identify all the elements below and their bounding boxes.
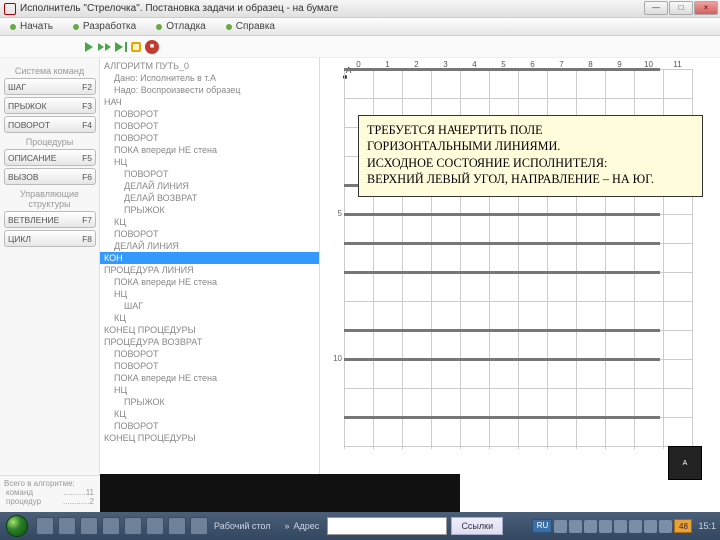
code-line[interactable]: КОН (100, 252, 319, 264)
code-line[interactable]: ПРОЦЕДУРА ЛИНИЯ (100, 264, 319, 276)
app-icon (4, 3, 16, 15)
code-line[interactable]: ШАГ (100, 300, 319, 312)
task-note: ТРЕБУЕТСЯ НАЧЕРТИТЬ ПОЛЕ ГОРИЗОНТАЛЬНЫМИ… (358, 115, 703, 197)
taskbar-app-icon[interactable] (102, 517, 120, 535)
taskbar-app-icon[interactable] (168, 517, 186, 535)
tray-icon[interactable] (644, 520, 657, 533)
tray-icon[interactable] (614, 520, 627, 533)
taskbar-app-icon[interactable] (36, 517, 54, 535)
code-line[interactable]: ПРОЦЕДУРА ВОЗВРАТ (100, 336, 319, 348)
code-line[interactable]: НЦ (100, 156, 319, 168)
fastforward-icon[interactable] (98, 43, 111, 51)
print-preview-icon[interactable]: А (668, 446, 702, 480)
presenter-band (100, 474, 460, 512)
menubar: Начать Разработка Отладка Справка (0, 18, 720, 36)
taskbar-app-icon[interactable] (124, 517, 142, 535)
code-editor[interactable]: АЛГОРИТМ ПУТЬ_0Дано: Исполнитель в т.АНа… (100, 58, 320, 488)
btn-vyzov[interactable]: ВЫЗОВF6 (4, 168, 96, 185)
tray-icon[interactable] (554, 520, 567, 533)
links-button[interactable]: Ссылки (451, 517, 503, 535)
code-line[interactable]: КОНЕЦ ПРОЦЕДУРЫ (100, 324, 319, 336)
titlebar: Исполнитель "Стрелочка". Постановка зада… (0, 0, 720, 18)
address-label: Адрес (294, 521, 320, 531)
algorithm-stats: Всего в алгоритме: команд..........11 пр… (0, 475, 100, 512)
code-line[interactable]: ПОВОРОТ (100, 228, 319, 240)
close-button[interactable]: × (694, 1, 718, 15)
code-line[interactable]: ПОКА впереди НЕ стена (100, 276, 319, 288)
row-label: 10 (328, 354, 342, 363)
tray-icon[interactable] (659, 520, 672, 533)
btn-povorot[interactable]: ПОВОРОТF4 (4, 116, 96, 133)
play-icon[interactable] (85, 42, 93, 52)
minimize-button[interactable]: — (644, 1, 668, 15)
code-line[interactable]: ПОВОРОТ (100, 420, 319, 432)
taskbar-app-icon[interactable] (80, 517, 98, 535)
code-line[interactable]: ПОКА впереди НЕ стена (100, 144, 319, 156)
code-line[interactable]: ПОВОРОТ (100, 168, 319, 180)
pause-icon[interactable] (131, 42, 141, 52)
code-line[interactable]: ДЕЛАЙ ЛИНИЯ (100, 180, 319, 192)
tray-counter[interactable]: 48 (674, 519, 692, 533)
btn-prizhok[interactable]: ПРЫЖОКF3 (4, 97, 96, 114)
lang-indicator[interactable]: RU (532, 519, 552, 533)
code-line[interactable]: АЛГОРИТМ ПУТЬ_0 (100, 60, 319, 72)
code-line[interactable]: КЦ (100, 408, 319, 420)
taskbar-app-icon[interactable] (190, 517, 208, 535)
taskbar-app-icon[interactable] (58, 517, 76, 535)
code-line[interactable]: ПОВОРОТ (100, 108, 319, 120)
code-line[interactable]: НЦ (100, 384, 319, 396)
code-line[interactable]: ПРЫЖОК (100, 396, 319, 408)
tray-icon[interactable] (599, 520, 612, 533)
tray-icon[interactable] (629, 520, 642, 533)
clock: 15:1 (698, 521, 716, 531)
code-line[interactable]: ПОВОРОТ (100, 120, 319, 132)
code-line[interactable]: НЦ (100, 288, 319, 300)
maximize-button[interactable]: □ (669, 1, 693, 15)
code-line[interactable]: КЦ (100, 312, 319, 324)
command-panel: Система команд ШАГF2 ПРЫЖОКF3 ПОВОРОТF4 … (0, 58, 100, 488)
row-label: 5 (328, 209, 342, 218)
section-structures: Управляющие структуры (4, 189, 95, 209)
section-procedures: Процедуры (4, 137, 95, 147)
code-line[interactable]: КЦ (100, 216, 319, 228)
window-title: Исполнитель "Стрелочка". Постановка зада… (20, 3, 338, 14)
code-line[interactable]: Дано: Исполнитель в т.А (100, 72, 319, 84)
stop-icon[interactable]: ■ (145, 40, 159, 54)
code-line[interactable]: ПОВОРОТ (100, 348, 319, 360)
section-system: Система команд (4, 66, 95, 76)
system-tray: 48 15:1 (554, 519, 720, 533)
col-label: 11 (663, 60, 692, 69)
address-input[interactable] (327, 517, 447, 535)
menu-dev[interactable]: Разработка (73, 21, 136, 32)
step-icon[interactable] (115, 42, 127, 52)
code-line[interactable]: ДЕЛАЙ ЛИНИЯ (100, 240, 319, 252)
menu-help[interactable]: Справка (226, 21, 275, 32)
taskbar-desktop-label[interactable]: Рабочий стол (214, 521, 271, 531)
btn-cikl[interactable]: ЦИКЛF8 (4, 230, 96, 247)
btn-vetvlenie[interactable]: ВЕТВЛЕНИЕF7 (4, 211, 96, 228)
code-line[interactable]: ПОВОРОТ (100, 132, 319, 144)
tray-icon[interactable] (584, 520, 597, 533)
tray-icon[interactable] (569, 520, 582, 533)
code-line[interactable]: ПОКА впереди НЕ стена (100, 372, 319, 384)
btn-shag[interactable]: ШАГF2 (4, 78, 96, 95)
code-line[interactable]: КОНЕЦ ПРОЦЕДУРЫ (100, 432, 319, 444)
toolbar: ■ (0, 36, 720, 58)
btn-opisanie[interactable]: ОПИСАНИЕF5 (4, 149, 96, 166)
code-line[interactable]: ПРЫЖОК (100, 204, 319, 216)
code-line[interactable]: Надо: Воспроизвести образец (100, 84, 319, 96)
taskbar-app-icon[interactable] (146, 517, 164, 535)
menu-debug[interactable]: Отладка (156, 21, 206, 32)
taskbar: Рабочий стол » Адрес Ссылки RU 48 15:1 (0, 512, 720, 540)
code-line[interactable]: ДЕЛАЙ ВОЗВРАТ (100, 192, 319, 204)
code-line[interactable]: НАЧ (100, 96, 319, 108)
menu-start[interactable]: Начать (10, 21, 53, 32)
start-orb[interactable] (0, 512, 34, 540)
code-line[interactable]: ПОВОРОТ (100, 360, 319, 372)
